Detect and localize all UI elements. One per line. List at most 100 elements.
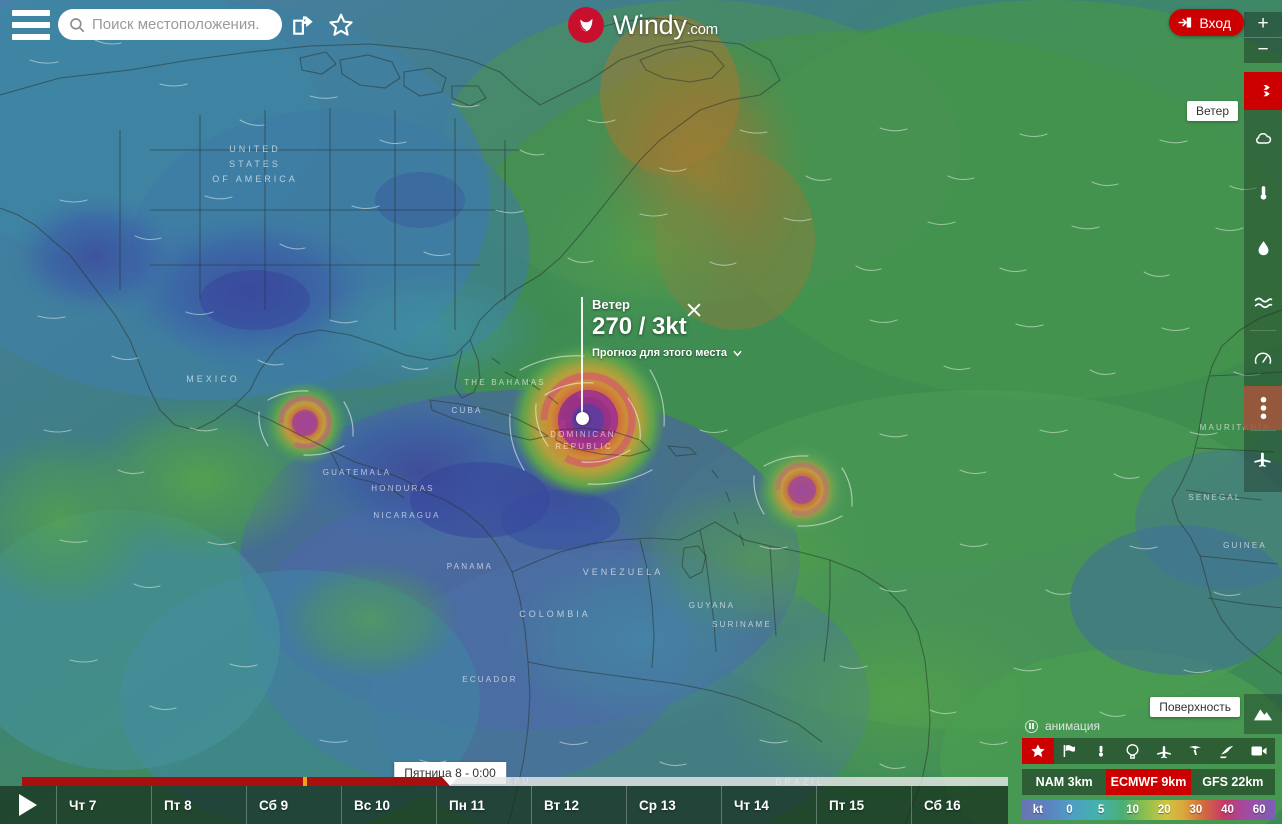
- map-label: UNITED: [229, 144, 281, 154]
- timeline-day[interactable]: Ср 13: [626, 786, 721, 824]
- legend-tick: 0: [1066, 804, 1073, 816]
- popup-leader-line: [581, 297, 583, 417]
- map-label: VENEZUELA: [583, 567, 664, 577]
- more-layers-button[interactable]: [1244, 386, 1282, 430]
- timeline-progress: [22, 777, 450, 786]
- search-input[interactable]: Поиск местоположения.: [58, 9, 282, 40]
- layer-pressure-button[interactable]: [1244, 331, 1282, 386]
- selected-point-marker: [576, 412, 589, 425]
- login-button[interactable]: Вход: [1169, 9, 1244, 36]
- thermometer-icon: [1260, 186, 1266, 200]
- windy-logo[interactable]: Windy.com: [568, 7, 718, 43]
- map-label: DOMINICAN: [550, 430, 616, 439]
- surface-level-button[interactable]: [1244, 694, 1282, 734]
- pause-icon: [1025, 719, 1038, 733]
- map-label: COLOMBIA: [519, 609, 591, 619]
- top-header: Поиск местоположения. Windy.com Вход: [0, 0, 1282, 50]
- layer-rain-button[interactable]: [1244, 220, 1282, 275]
- flag-icon: [1064, 745, 1076, 757]
- map-label: SENEGAL: [1188, 493, 1241, 502]
- windy-app: UNITED STATES OF AMERICA MEXICO THE BAHAMAS C…: [0, 0, 1282, 824]
- popup-close-button[interactable]: [686, 302, 702, 318]
- star-icon[interactable]: [328, 12, 354, 38]
- animation-toggle[interactable]: анимация: [1015, 719, 1282, 738]
- map-label: SURINAME: [712, 620, 772, 629]
- map-label: STATES: [229, 159, 281, 169]
- cyclone-atlantic: [756, 444, 848, 536]
- airplane-icon: [1156, 745, 1171, 758]
- timeline-day[interactable]: Чт 14: [721, 786, 816, 824]
- map-label: GUATEMALA: [323, 468, 392, 477]
- layer-clouds-button[interactable]: [1244, 110, 1282, 165]
- map-label: HONDURAS: [371, 484, 434, 493]
- timeline-day[interactable]: Вт 12: [531, 786, 626, 824]
- map-label: GUINEA: [1223, 541, 1267, 550]
- timeline-day[interactable]: Чт 7: [56, 786, 151, 824]
- overlay-icons-row: [1022, 738, 1275, 764]
- favorites-star-button[interactable]: [1022, 738, 1054, 764]
- play-icon: [19, 794, 37, 816]
- timeline-day[interactable]: Вс 10: [341, 786, 436, 824]
- burger-line: [12, 10, 50, 16]
- timeline-day[interactable]: Сб 9: [246, 786, 341, 824]
- model-ecmwf-button[interactable]: ECMWF 9km: [1106, 769, 1191, 795]
- cloud-icon: [1256, 132, 1272, 144]
- webcam-icon: [1251, 746, 1267, 756]
- timeline-day[interactable]: Пт 8: [151, 786, 246, 824]
- weather-station-button[interactable]: [1085, 738, 1117, 764]
- login-icon: [1178, 17, 1192, 28]
- model-selector-row: NAM 3km ECMWF 9km GFS 22km: [1022, 769, 1275, 795]
- balloon-button[interactable]: [1117, 738, 1149, 764]
- paraglider-button[interactable]: [1180, 738, 1212, 764]
- brand-suffix: .com: [686, 20, 719, 38]
- play-button[interactable]: [0, 786, 56, 824]
- search-icon: [70, 17, 85, 32]
- timeline-day[interactable]: Пт 15: [816, 786, 911, 824]
- map-label: GUYANA: [689, 601, 735, 610]
- legend-unit: kt: [1032, 804, 1043, 816]
- search-placeholder-text: Поиск местоположения.: [92, 16, 260, 33]
- map-label: REPUBLIC: [555, 442, 613, 451]
- legend-tick: 40: [1221, 804, 1234, 816]
- legend-tick: 30: [1189, 804, 1203, 816]
- popup-wind-value: 270 / 3kt: [592, 313, 687, 340]
- timeline-day[interactable]: Пн 11: [436, 786, 531, 824]
- map-controls-panel: анимация NAM 3km ECMWF 9km GFS 22km kt 0…: [1015, 713, 1282, 824]
- model-gfs-button[interactable]: GFS 22km: [1191, 769, 1275, 795]
- kitesurf-icon: [1220, 745, 1234, 758]
- wind-speed-legend[interactable]: kt 0 5 10 20 30 40 60: [1022, 800, 1275, 820]
- timeline-cursor[interactable]: [442, 777, 458, 786]
- layer-wind-button[interactable]: [1244, 72, 1282, 110]
- mountain-icon: [1253, 709, 1273, 721]
- map-label: MEXICO: [186, 374, 240, 384]
- wind-icon: [1255, 84, 1270, 96]
- airplane-button[interactable]: [1149, 738, 1181, 764]
- timeline-day[interactable]: Сб 16: [911, 786, 1006, 824]
- layer-airports-button[interactable]: [1244, 431, 1282, 486]
- share-icon[interactable]: [291, 12, 317, 38]
- model-nam-button[interactable]: NAM 3km: [1022, 769, 1106, 795]
- forecast-timeline: Пятница 8 - 0:00 Чт 7 Пт 8 Сб 9 Вс 10 Пн…: [0, 762, 1008, 824]
- layer-temperature-button[interactable]: [1244, 165, 1282, 220]
- weather-map[interactable]: UNITED STATES OF AMERICA MEXICO THE BAHAMAS C…: [0, 0, 1282, 824]
- menu-button[interactable]: [12, 10, 50, 40]
- layer-waves-button[interactable]: [1244, 275, 1282, 330]
- timeline-track[interactable]: [22, 777, 1008, 786]
- wind-detail-popup: Ветер 270 / 3kt Прогноз для этого места: [576, 297, 743, 425]
- legend-tick: 5: [1097, 804, 1105, 816]
- airplane-icon: [1254, 452, 1271, 467]
- chevron-down-icon: [733, 350, 742, 356]
- popup-forecast-link[interactable]: Прогноз для этого места: [592, 347, 743, 359]
- map-label: NICARAGUA: [373, 511, 440, 520]
- legend-tick: 60: [1252, 804, 1266, 816]
- map-label: ECUADOR: [462, 675, 517, 684]
- station-pin-icon: [1098, 745, 1104, 757]
- brand-wordmark: Windy.com: [613, 10, 718, 41]
- windy-mark-icon: [568, 7, 604, 43]
- flag-marker-button[interactable]: [1054, 738, 1086, 764]
- paraglider-icon: [1189, 745, 1202, 755]
- webcam-button[interactable]: [1243, 738, 1275, 764]
- login-label: Вход: [1199, 14, 1231, 31]
- raindrop-icon: [1258, 241, 1268, 256]
- kitesurf-button[interactable]: [1212, 738, 1244, 764]
